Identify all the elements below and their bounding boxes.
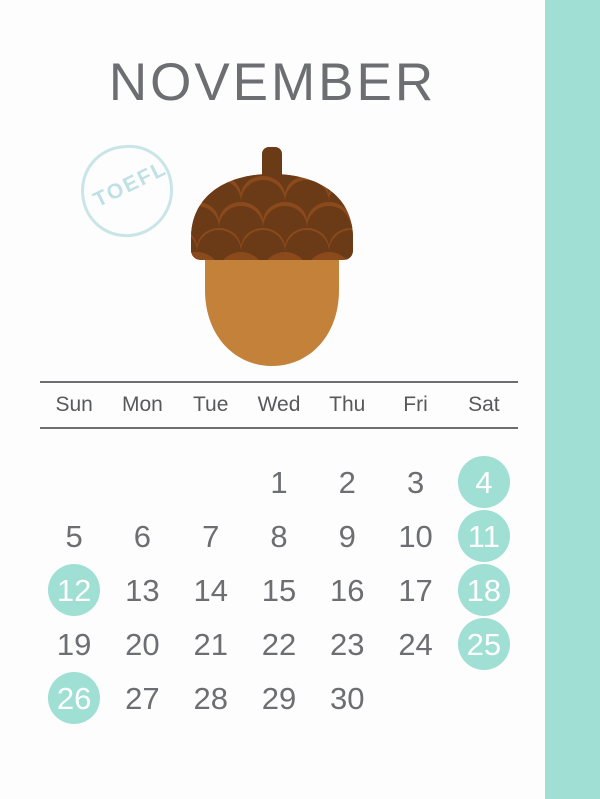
day-cell[interactable]: 13 bbox=[108, 563, 176, 617]
day-number-highlighted[interactable]: 25 bbox=[457, 618, 510, 670]
day-cell[interactable]: 21 bbox=[177, 617, 245, 671]
day-cell[interactable]: 29 bbox=[245, 671, 313, 725]
day-cell[interactable]: 25 bbox=[450, 617, 518, 671]
day-cell[interactable]: 23 bbox=[313, 617, 381, 671]
day-number-highlighted[interactable]: 4 bbox=[457, 456, 510, 508]
day-cell[interactable]: 10 bbox=[381, 509, 449, 563]
weekday-header-fri: Fri bbox=[403, 393, 428, 416]
day-number[interactable]: 10 bbox=[390, 510, 442, 562]
acorn-illustration bbox=[181, 140, 363, 372]
day-number[interactable]: 1 bbox=[253, 456, 305, 508]
day-number[interactable]: 7 bbox=[185, 510, 237, 562]
page-title: NOVEMBER bbox=[108, 53, 437, 112]
day-cell[interactable]: 26 bbox=[40, 671, 108, 725]
day-number[interactable]: 24 bbox=[390, 618, 442, 670]
weekday-header-mon: Mon bbox=[121, 393, 163, 416]
day-cell[interactable]: 1 bbox=[245, 455, 313, 509]
day-number[interactable]: 17 bbox=[390, 564, 442, 616]
day-cell[interactable]: 14 bbox=[177, 563, 245, 617]
day-cell[interactable]: 3 bbox=[381, 455, 449, 509]
day-number[interactable]: 30 bbox=[321, 672, 373, 724]
day-cell[interactable]: 17 bbox=[381, 563, 449, 617]
day-number[interactable]: 16 bbox=[321, 564, 373, 616]
day-cell[interactable]: 4 bbox=[450, 455, 518, 509]
day-number[interactable]: 20 bbox=[116, 618, 168, 670]
day-number[interactable]: 9 bbox=[321, 510, 373, 562]
day-number[interactable]: 8 bbox=[253, 510, 305, 562]
weekday-header-row: Sun Mon Tue Wed Thu Fri Sat bbox=[40, 381, 518, 429]
day-cell[interactable]: 9 bbox=[313, 509, 381, 563]
weekday-header-thu: Thu bbox=[329, 393, 366, 416]
calendar-page: NOVEMBER TOEFL Sun Mon Tue Wed Thu Fri S… bbox=[0, 0, 600, 799]
day-number[interactable]: 5 bbox=[48, 510, 100, 562]
day-cell[interactable]: 12 bbox=[40, 563, 108, 617]
weekday-header-sun: Sun bbox=[55, 393, 93, 416]
day-cell[interactable]: 19 bbox=[40, 617, 108, 671]
day-cell[interactable]: 16 bbox=[313, 563, 381, 617]
day-number-highlighted[interactable]: 11 bbox=[457, 510, 510, 562]
day-cell-empty bbox=[177, 455, 245, 509]
day-cell-empty bbox=[108, 455, 176, 509]
accent-band bbox=[545, 0, 600, 799]
day-number[interactable]: 23 bbox=[321, 618, 373, 670]
day-number-highlighted[interactable]: 12 bbox=[48, 564, 101, 616]
day-cell[interactable]: 22 bbox=[245, 617, 313, 671]
weekday-header-wed: Wed bbox=[257, 393, 301, 416]
weekday-header-tue: Tue bbox=[192, 393, 229, 416]
day-number-highlighted[interactable]: 18 bbox=[457, 564, 510, 616]
day-cell[interactable]: 24 bbox=[381, 617, 449, 671]
day-grid: 1 2 3 4 5 6 7 8 9 10 11 12 13 14 15 16 17 18 19 20 21 22 23 24 2… bbox=[40, 455, 518, 725]
day-number[interactable]: 3 bbox=[390, 456, 442, 508]
day-cell[interactable]: 8 bbox=[245, 509, 313, 563]
day-cell[interactable]: 6 bbox=[108, 509, 176, 563]
day-number[interactable]: 6 bbox=[116, 510, 168, 562]
day-number[interactable]: 14 bbox=[185, 564, 237, 616]
day-number[interactable]: 22 bbox=[253, 618, 305, 670]
day-number[interactable]: 15 bbox=[253, 564, 305, 616]
day-cell[interactable]: 2 bbox=[313, 455, 381, 509]
day-number[interactable]: 21 bbox=[185, 618, 237, 670]
day-cell[interactable]: 27 bbox=[108, 671, 176, 725]
day-cell[interactable]: 28 bbox=[177, 671, 245, 725]
day-number[interactable]: 2 bbox=[321, 456, 373, 508]
day-number[interactable]: 19 bbox=[48, 618, 100, 670]
day-cell[interactable]: 20 bbox=[108, 617, 176, 671]
day-number-highlighted[interactable]: 26 bbox=[48, 672, 101, 724]
day-cell[interactable]: 18 bbox=[450, 563, 518, 617]
day-cell[interactable]: 30 bbox=[313, 671, 381, 725]
weekday-header-sat: Sat bbox=[468, 393, 500, 416]
day-number[interactable]: 13 bbox=[116, 564, 168, 616]
day-number[interactable]: 27 bbox=[116, 672, 168, 724]
day-cell[interactable]: 15 bbox=[245, 563, 313, 617]
toefl-stamp: TOEFL bbox=[74, 139, 182, 241]
day-cell[interactable]: 7 bbox=[177, 509, 245, 563]
day-cell-empty bbox=[40, 455, 108, 509]
day-cell[interactable]: 5 bbox=[40, 509, 108, 563]
day-number[interactable]: 28 bbox=[185, 672, 237, 724]
day-number[interactable]: 29 bbox=[253, 672, 305, 724]
day-cell[interactable]: 11 bbox=[450, 509, 518, 563]
